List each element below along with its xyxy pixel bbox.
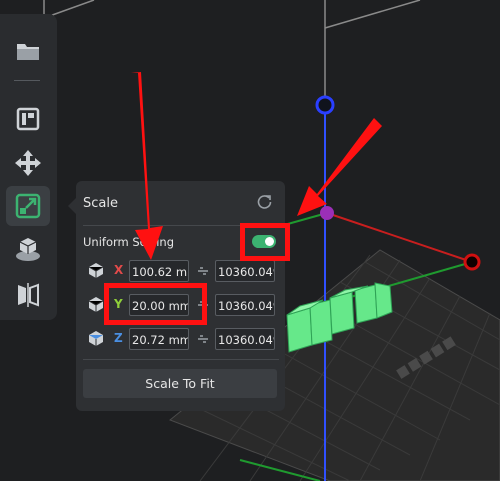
link-icon [198,267,208,275]
reset-button[interactable] [256,193,274,211]
z-size-input[interactable]: 20.72 mm [129,328,189,350]
scale-x-icon [88,263,104,278]
z-percent-input[interactable]: 10360.049 [215,328,275,350]
x-size-input[interactable]: 100.62 mm [129,260,189,282]
z-axis-handle[interactable] [315,95,335,115]
y-field-highlight-box [104,283,207,325]
x-axis-label: X [114,263,124,277]
panel-pointer [68,198,76,214]
uniform-scaling-label: Uniform Scaling [83,235,175,249]
scale-to-fit-button[interactable]: Scale To Fit [83,369,277,398]
x-axis-handle[interactable] [463,253,481,271]
left-toolbar [0,14,57,320]
scale-y-icon [88,297,104,312]
support-icon [16,238,40,261]
mirror-button[interactable] [6,274,50,314]
scale-icon [15,193,41,219]
reset-icon [257,195,272,209]
panel-divider [83,359,279,360]
link-icon [198,335,208,343]
toggle-highlight-box [240,223,290,261]
x-percent-input[interactable]: 10360.049 [215,260,275,282]
open-folder-button[interactable] [6,31,50,71]
layout-icon [16,107,40,131]
support-button[interactable] [6,229,50,269]
toolbar-separator [14,80,40,81]
z-axis-label: Z [114,331,123,345]
gizmo-center-handle[interactable] [320,206,334,220]
x-axis-line [326,212,473,263]
scale-button[interactable] [6,186,50,226]
move-button[interactable] [6,143,50,183]
mirror-icon [18,283,39,307]
layout-button[interactable] [6,99,50,139]
folder-icon [17,44,39,60]
y-percent-input[interactable]: 10360.049 [215,294,275,316]
scale-z-icon [89,331,103,346]
move-icon [15,150,41,176]
panel-title: Scale [83,196,118,211]
